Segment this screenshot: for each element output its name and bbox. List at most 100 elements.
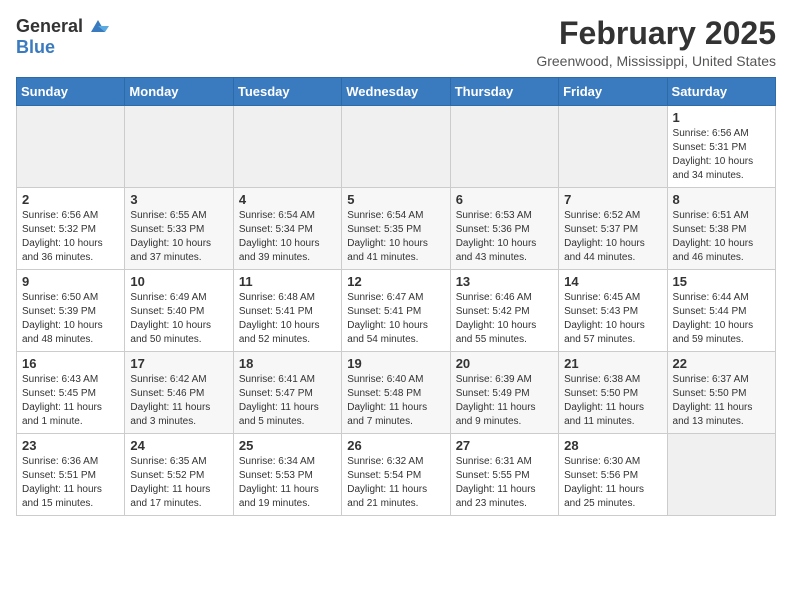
day-info: Sunrise: 6:54 AM Sunset: 5:34 PM Dayligh… [239,209,336,265]
day-info: Sunrise: 6:50 AM Sunset: 5:39 PM Dayligh… [22,291,119,347]
weekday-header: Sunday [17,78,125,106]
calendar-cell: 26 Sunrise: 6:32 AM Sunset: 5:54 PM Dayli… [342,434,450,516]
weekday-header: Wednesday [342,78,450,106]
calendar-cell [17,106,125,188]
day-info: Sunrise: 6:41 AM Sunset: 5:47 PM Dayligh… [239,373,336,429]
calendar-cell: 13Sunrise: 6:46 AM Sunset: 5:42 PM Dayli… [450,270,558,352]
day-info: Sunrise: 6:47 AM Sunset: 5:41 PM Dayligh… [347,291,444,347]
calendar-cell: 28 Sunrise: 6:30 AM Sunset: 5:56 PM Dayli… [559,434,667,516]
logo: General Blue [16,16,109,58]
day-info: Sunrise: 6:56 AM Sunset: 5:31 PM Dayligh… [673,127,770,183]
weekday-header: Thursday [450,78,558,106]
day-number: 28 [564,438,661,453]
page-header: General Blue February 2025 Greenwood, Mi… [16,16,776,69]
calendar-week-row: 9 Sunrise: 6:50 AM Sunset: 5:39 PM Daylig… [17,270,776,352]
day-info: Sunrise: 6:52 AM Sunset: 5:37 PM Dayligh… [564,209,661,265]
location: Greenwood, Mississippi, United States [536,53,776,69]
day-info: Sunrise: 6:34 AM Sunset: 5:53 PM Dayligh… [239,455,336,511]
day-number: 26 [347,438,444,453]
calendar-cell: 7 Sunrise: 6:52 AM Sunset: 5:37 PM Daylig… [559,188,667,270]
logo-blue: Blue [16,37,55,57]
day-number: 9 [22,274,119,289]
calendar-cell [667,434,775,516]
day-number: 7 [564,192,661,207]
calendar-cell: 10 Sunrise: 6:49 AM Sunset: 5:40 PM Dayli… [125,270,233,352]
day-number: 12 [347,274,444,289]
day-number: 5 [347,192,444,207]
day-number: 16 [22,356,119,371]
calendar: SundayMondayTuesdayWednesdayThursdayFrid… [16,77,776,516]
day-info: Sunrise: 6:32 AM Sunset: 5:54 PM Dayligh… [347,455,444,511]
day-number: 11 [239,274,336,289]
day-number: 6 [456,192,553,207]
calendar-cell: 16 Sunrise: 6:43 AM Sunset: 5:45 PM Dayli… [17,352,125,434]
calendar-week-row: 1 Sunrise: 6:56 AM Sunset: 5:31 PM Daylig… [17,106,776,188]
calendar-cell: 14 Sunrise: 6:45 AM Sunset: 5:43 PM Dayli… [559,270,667,352]
calendar-cell: 8 Sunrise: 6:51 AM Sunset: 5:38 PM Daylig… [667,188,775,270]
calendar-cell: 19Sunrise: 6:40 AM Sunset: 5:48 PM Dayli… [342,352,450,434]
day-info: Sunrise: 6:53 AM Sunset: 5:36 PM Dayligh… [456,209,553,265]
weekday-header: Friday [559,78,667,106]
day-info: Sunrise: 6:30 AM Sunset: 5:56 PM Dayligh… [564,455,661,511]
weekday-header: Saturday [667,78,775,106]
calendar-cell: 3 Sunrise: 6:55 AM Sunset: 5:33 PM Daylig… [125,188,233,270]
calendar-cell: 17 Sunrise: 6:42 AM Sunset: 5:46 PM Dayli… [125,352,233,434]
day-info: Sunrise: 6:31 AM Sunset: 5:55 PM Dayligh… [456,455,553,511]
calendar-week-row: 23Sunrise: 6:36 AM Sunset: 5:51 PM Dayli… [17,434,776,516]
calendar-cell: 22 Sunrise: 6:37 AM Sunset: 5:50 PM Dayli… [667,352,775,434]
day-number: 8 [673,192,770,207]
weekday-header: Monday [125,78,233,106]
calendar-cell: 6 Sunrise: 6:53 AM Sunset: 5:36 PM Daylig… [450,188,558,270]
day-info: Sunrise: 6:51 AM Sunset: 5:38 PM Dayligh… [673,209,770,265]
day-number: 14 [564,274,661,289]
calendar-cell: 4 Sunrise: 6:54 AM Sunset: 5:34 PM Daylig… [233,188,341,270]
day-number: 2 [22,192,119,207]
day-number: 25 [239,438,336,453]
day-info: Sunrise: 6:55 AM Sunset: 5:33 PM Dayligh… [130,209,227,265]
day-number: 1 [673,110,770,125]
calendar-week-row: 16 Sunrise: 6:43 AM Sunset: 5:45 PM Dayli… [17,352,776,434]
weekday-header-row: SundayMondayTuesdayWednesdayThursdayFrid… [17,78,776,106]
day-info: Sunrise: 6:45 AM Sunset: 5:43 PM Dayligh… [564,291,661,347]
day-info: Sunrise: 6:36 AM Sunset: 5:51 PM Dayligh… [22,455,119,511]
day-number: 15 [673,274,770,289]
day-info: Sunrise: 6:35 AM Sunset: 5:52 PM Dayligh… [130,455,227,511]
day-number: 3 [130,192,227,207]
day-info: Sunrise: 6:43 AM Sunset: 5:45 PM Dayligh… [22,373,119,429]
day-number: 13 [456,274,553,289]
day-info: Sunrise: 6:44 AM Sunset: 5:44 PM Dayligh… [673,291,770,347]
calendar-cell: 20Sunrise: 6:39 AM Sunset: 5:49 PM Dayli… [450,352,558,434]
weekday-header: Tuesday [233,78,341,106]
day-info: Sunrise: 6:49 AM Sunset: 5:40 PM Dayligh… [130,291,227,347]
day-number: 10 [130,274,227,289]
day-info: Sunrise: 6:42 AM Sunset: 5:46 PM Dayligh… [130,373,227,429]
calendar-cell: 23Sunrise: 6:36 AM Sunset: 5:51 PM Dayli… [17,434,125,516]
calendar-cell: 21 Sunrise: 6:38 AM Sunset: 5:50 PM Dayli… [559,352,667,434]
day-number: 17 [130,356,227,371]
calendar-cell: 5Sunrise: 6:54 AM Sunset: 5:35 PM Daylig… [342,188,450,270]
day-number: 22 [673,356,770,371]
day-number: 21 [564,356,661,371]
calendar-cell [559,106,667,188]
calendar-cell: 12 Sunrise: 6:47 AM Sunset: 5:41 PM Dayli… [342,270,450,352]
day-number: 19 [347,356,444,371]
day-info: Sunrise: 6:48 AM Sunset: 5:41 PM Dayligh… [239,291,336,347]
calendar-cell: 25 Sunrise: 6:34 AM Sunset: 5:53 PM Dayli… [233,434,341,516]
logo-icon [87,18,109,36]
day-number: 18 [239,356,336,371]
calendar-cell: 11 Sunrise: 6:48 AM Sunset: 5:41 PM Dayli… [233,270,341,352]
calendar-cell [125,106,233,188]
day-info: Sunrise: 6:38 AM Sunset: 5:50 PM Dayligh… [564,373,661,429]
title-area: February 2025 Greenwood, Mississippi, Un… [536,16,776,69]
day-number: 27 [456,438,553,453]
day-number: 20 [456,356,553,371]
calendar-cell: 27 Sunrise: 6:31 AM Sunset: 5:55 PM Dayli… [450,434,558,516]
calendar-cell: 18 Sunrise: 6:41 AM Sunset: 5:47 PM Dayli… [233,352,341,434]
day-info: Sunrise: 6:37 AM Sunset: 5:50 PM Dayligh… [673,373,770,429]
calendar-cell [342,106,450,188]
day-number: 24 [130,438,227,453]
day-number: 4 [239,192,336,207]
calendar-cell: 1 Sunrise: 6:56 AM Sunset: 5:31 PM Daylig… [667,106,775,188]
logo-general: General [16,16,83,37]
calendar-cell: 15 Sunrise: 6:44 AM Sunset: 5:44 PM Dayli… [667,270,775,352]
